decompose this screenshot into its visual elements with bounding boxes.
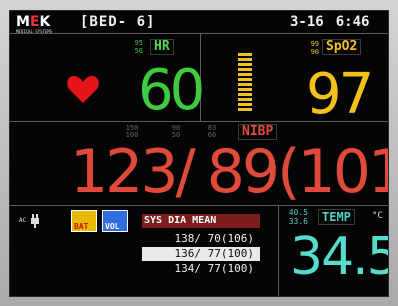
pleth-bar-segment bbox=[238, 98, 252, 101]
nibp-diastolic: 89 bbox=[206, 137, 280, 207]
volume-button[interactable]: VOL bbox=[102, 210, 128, 232]
plug-icon bbox=[31, 214, 39, 228]
hr-label[interactable]: HR bbox=[150, 39, 174, 55]
pleth-bar-segment bbox=[238, 68, 252, 71]
nibp-history-header: SYS DIA MEAN bbox=[142, 214, 260, 228]
pleth-bar-graph bbox=[236, 53, 254, 115]
hr-limit-high: 95 bbox=[134, 39, 143, 47]
spo2-limit-low: 90 bbox=[310, 48, 319, 56]
temp-label[interactable]: TEMP bbox=[318, 209, 355, 225]
pleth-bar-segment bbox=[238, 63, 252, 66]
pleth-bar-segment bbox=[238, 103, 252, 106]
pleth-bar-segment bbox=[238, 73, 252, 76]
monitor-screen: MEK MEDICAL SYSTEMS [BED- 6] 3-16 6:46 95… bbox=[9, 10, 389, 297]
pleth-bar-segment bbox=[238, 108, 252, 111]
pleth-bar-segment bbox=[238, 78, 252, 81]
temp-limit-low: 33.6 bbox=[288, 217, 308, 226]
hr-limits: 95 56 bbox=[119, 39, 143, 55]
date-time: 3-16 6:46 bbox=[290, 14, 369, 30]
pleth-bar-segment bbox=[238, 88, 252, 91]
ac-power-icon: AC bbox=[19, 213, 41, 229]
nibp-history-row[interactable]: 134/ 77(100) bbox=[142, 262, 260, 276]
hr-value: 60 bbox=[138, 58, 205, 123]
temp-limits: 40.5 33.6 bbox=[286, 208, 308, 226]
temp-limit-high: 40.5 bbox=[288, 208, 308, 217]
nibp-mean: (101) bbox=[277, 137, 388, 207]
pleth-bar-segment bbox=[238, 58, 252, 61]
spo2-label[interactable]: SpO2 bbox=[322, 39, 362, 55]
brand-logo: MEK MEDICAL SYSTEMS bbox=[16, 14, 53, 34]
temp-unit: °C bbox=[372, 211, 383, 221]
spo2-limit-high: 99 bbox=[310, 40, 319, 48]
heart-icon bbox=[67, 76, 99, 103]
spo2-limits: 99 90 bbox=[301, 40, 319, 56]
temp-value: 34.5 bbox=[290, 227, 389, 287]
pleth-bar-segment bbox=[238, 53, 252, 56]
battery-indicator: BAT bbox=[71, 210, 97, 232]
date-text: 3-16 bbox=[290, 14, 324, 30]
hr-limit-low: 56 bbox=[134, 47, 143, 55]
pleth-bar-segment bbox=[238, 83, 252, 86]
time-text: 6:46 bbox=[335, 14, 370, 30]
nibp-history-row[interactable]: 138/ 70(106) bbox=[142, 232, 260, 246]
pleth-bar-segment bbox=[238, 93, 252, 96]
nibp-history-row[interactable]: 136/ 77(100) bbox=[142, 247, 260, 261]
bed-label: [BED- 6] bbox=[80, 14, 156, 30]
nibp-systolic: 123/ bbox=[70, 137, 196, 207]
nibp-value: 123/89(101) bbox=[66, 141, 388, 203]
spo2-value: 97 bbox=[306, 62, 374, 127]
